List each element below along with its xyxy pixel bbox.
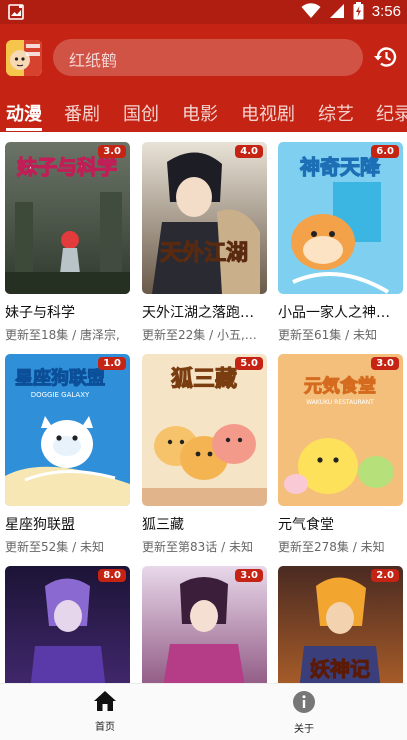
rating-badge: 1.0 (98, 357, 126, 370)
nav-home-label: 首页 (95, 722, 115, 733)
rating-badge: 3.0 (371, 357, 399, 370)
poster-image: 星座狗联盟 DOGGIE GALAXY 1.0 (5, 354, 130, 506)
tab-variety[interactable]: 综艺 (318, 100, 354, 126)
gallery-notification-icon (8, 4, 24, 20)
active-tab-indicator (6, 128, 42, 131)
video-subtitle: 更新至52集 / 未知 (5, 540, 104, 554)
poster-image: 狐三藏 5.0 (142, 354, 267, 506)
poster-title-art: 妖神记 (310, 657, 370, 681)
rating-badge: 2.0 (371, 569, 399, 582)
poster-subtitle-art: WAKUKU RESTAURANT (306, 399, 374, 406)
nav-about-label: 关于 (294, 724, 314, 735)
poster-title-art: 神奇天降 (300, 155, 381, 179)
poster-title-art: 狐三藏 (171, 366, 237, 392)
search-placeholder: 红纸鹤 (69, 51, 118, 70)
video-subtitle: 更新至第83话 / 未知 (142, 540, 253, 554)
user-avatar[interactable] (6, 40, 42, 76)
tab-chinese-animation[interactable]: 国创 (123, 100, 159, 126)
video-subtitle: 更新至18集 / 唐泽宗, (5, 328, 120, 342)
rating-badge: 3.0 (98, 145, 126, 158)
rating-badge: 3.0 (235, 569, 263, 582)
video-title: 星座狗联盟 (5, 517, 75, 533)
rating-badge: 4.0 (235, 145, 263, 158)
video-subtitle: 更新至61集 / 未知 (278, 328, 377, 342)
search-bar[interactable]: 红纸鹤 (53, 39, 363, 76)
wifi-icon (301, 3, 321, 19)
poster-image: 天外江湖 4.0 (142, 142, 267, 294)
tab-tv-series[interactable]: 电视剧 (241, 100, 295, 126)
video-title: 天外江湖之落跑… (142, 305, 254, 321)
video-title: 妹子与科学 (5, 305, 75, 321)
nav-about[interactable]: 关于 (274, 690, 334, 735)
poster-image: 元気食堂 WAKUKU RESTAURANT 3.0 (278, 354, 403, 506)
rating-badge: 8.0 (98, 569, 126, 582)
home-icon (93, 690, 117, 712)
poster-title-art: 妹子与科学 (16, 155, 117, 179)
poster-title-art: 天外江湖 (160, 240, 248, 266)
tab-series[interactable]: 番剧 (64, 100, 100, 126)
bottom-navigation: 首页 关于 (0, 683, 407, 740)
rating-badge: 6.0 (371, 145, 399, 158)
category-tabs: 动漫 番剧 国创 电影 电视剧 综艺 纪录 (0, 92, 407, 132)
history-icon[interactable] (373, 44, 399, 70)
tab-anime[interactable]: 动漫 (6, 100, 42, 126)
battery-icon (353, 2, 364, 20)
poster-title-art: 元気食堂 (304, 375, 376, 397)
nav-home[interactable]: 首页 (75, 690, 135, 733)
signal-icon (329, 3, 345, 19)
video-title: 元气食堂 (278, 517, 334, 533)
poster-subtitle-art: DOGGIE GALAXY (31, 391, 90, 399)
tab-movies[interactable]: 电影 (182, 100, 218, 126)
info-icon (292, 690, 316, 714)
app-bar: 红纸鹤 (0, 24, 407, 92)
poster-image: 神奇天降 6.0 (278, 142, 403, 294)
video-subtitle: 更新至22集 / 小五,东… (142, 328, 267, 342)
video-title: 小品一家人之神… (278, 305, 390, 321)
poster-image: 妹子与科学 3.0 (5, 142, 130, 294)
status-bar: 3:56 (0, 0, 407, 24)
video-title: 狐三藏 (142, 517, 184, 533)
poster-title-art: 星座狗联盟 (15, 367, 105, 389)
tab-documentary[interactable]: 纪录 (376, 100, 407, 126)
rating-badge: 5.0 (235, 357, 263, 370)
video-subtitle: 更新至278集 / 未知 (278, 540, 385, 554)
clock: 3:56 (371, 2, 401, 20)
